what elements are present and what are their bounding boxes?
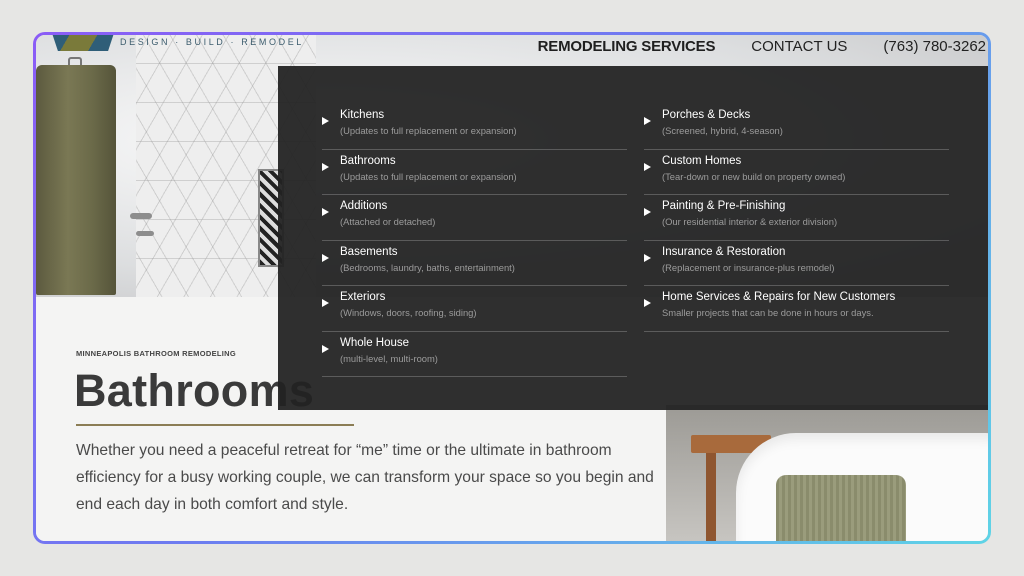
caret-right-icon (322, 253, 329, 262)
main-nav: REMODELING SERVICES CONTACT US (763) 780… (538, 38, 988, 55)
menu-item-title: Home Services & Repairs for New Customer… (662, 291, 896, 303)
menu-item-title: Insurance & Restoration (662, 245, 786, 258)
dropdown-right-column: Porches & Decks (Screened, hybrid, 4-sea… (644, 104, 949, 377)
caret-right-icon (322, 117, 329, 125)
menu-item-title: Exteriors (340, 291, 386, 303)
menu-item-whole-house[interactable]: Whole House (multi-level, multi-room) (322, 332, 627, 377)
menu-item-subtitle: (Attached or detached) (340, 216, 436, 227)
menu-item-bathrooms[interactable]: Bathrooms (Updates to full replacement o… (322, 150, 627, 195)
nav-contact-us[interactable]: CONTACT US (751, 38, 847, 55)
menu-item-title: Whole House (340, 336, 410, 349)
services-dropdown-menu: Kitchens (Updates to full replacement or… (278, 66, 988, 410)
logo-tagline: DESIGN · BUILD · REMODEL (120, 37, 304, 47)
menu-item-title: Bathrooms (340, 154, 396, 167)
menu-item-subtitle: (Screened, hybrid, 4-season) (662, 125, 783, 136)
hero-intro-text: Whether you need a peaceful retreat for … (76, 442, 654, 513)
menu-item-home-services-repairs[interactable]: Home Services & Repairs for New Customer… (644, 286, 949, 332)
caret-right-icon (644, 208, 651, 216)
menu-item-porches-decks[interactable]: Porches & Decks (Screened, hybrid, 4-sea… (644, 104, 949, 150)
menu-item-exteriors[interactable]: Exteriors (Windows, doors, roofing, sidi… (322, 286, 627, 332)
shower-valve-lower (136, 231, 154, 236)
nav-remodeling-services[interactable]: REMODELING SERVICES (538, 38, 716, 55)
caret-right-icon (322, 344, 329, 353)
web-page: DESIGN · BUILD · REMODEL REMODELING SERV… (36, 35, 988, 541)
caret-right-icon (644, 162, 651, 171)
menu-item-title: Additions (340, 200, 388, 212)
menu-item-subtitle: (Tear-down or new build on property owne… (662, 170, 846, 182)
menu-item-subtitle: (Bedrooms, laundry, baths, entertainment… (340, 261, 515, 273)
menu-item-subtitle: (Windows, doors, roofing, siding) (340, 307, 477, 318)
menu-item-subtitle: (Replacement or insurance-plus remodel) (662, 261, 835, 273)
menu-item-title: Painting & Pre-Finishing (662, 200, 786, 212)
company-logo[interactable] (50, 35, 116, 51)
nav-phone-number[interactable]: (763) 780-3262 (883, 38, 986, 55)
caret-right-icon (644, 299, 651, 307)
menu-item-custom-homes[interactable]: Custom Homes (Tear-down or new build on … (644, 150, 949, 195)
caret-right-icon (322, 162, 329, 171)
menu-item-subtitle: (Updates to full replacement or expansio… (340, 125, 517, 136)
menu-item-title: Porches & Decks (662, 109, 751, 121)
hanging-towel (36, 65, 116, 295)
menu-item-subtitle: (multi-level, multi-room) (340, 352, 438, 364)
tub-towel (776, 475, 906, 541)
menu-item-painting-pre-finishing[interactable]: Painting & Pre-Finishing (Our residentia… (644, 195, 949, 241)
menu-item-title: Kitchens (340, 109, 385, 121)
menu-item-subtitle: Smaller projects that can be done in hou… (662, 307, 874, 318)
menu-item-kitchens[interactable]: Kitchens (Updates to full replacement or… (322, 104, 627, 150)
browser-frame: DESIGN · BUILD · REMODEL REMODELING SERV… (33, 32, 991, 544)
menu-item-subtitle: (Our residential interior & exterior div… (662, 216, 838, 227)
title-divider (76, 424, 354, 426)
caret-right-icon (644, 117, 651, 125)
caret-right-icon (644, 253, 651, 262)
dropdown-left-column: Kitchens (Updates to full replacement or… (322, 104, 627, 377)
menu-item-insurance-restoration[interactable]: Insurance & Restoration (Replacement or … (644, 241, 949, 286)
menu-item-basements[interactable]: Basements (Bedrooms, laundry, baths, ent… (322, 241, 627, 286)
hero-eyebrow: MINNEAPOLIS BATHROOM REMODELING (76, 349, 236, 358)
wood-bench-leg (706, 453, 716, 541)
menu-item-additions[interactable]: Additions (Attached or detached) (322, 195, 627, 241)
menu-item-title: Basements (340, 245, 398, 258)
menu-item-title: Custom Homes (662, 154, 742, 167)
shower-valve (130, 213, 152, 219)
menu-item-subtitle: (Updates to full replacement or expansio… (340, 170, 517, 182)
caret-right-icon (322, 208, 329, 216)
caret-right-icon (322, 299, 329, 307)
